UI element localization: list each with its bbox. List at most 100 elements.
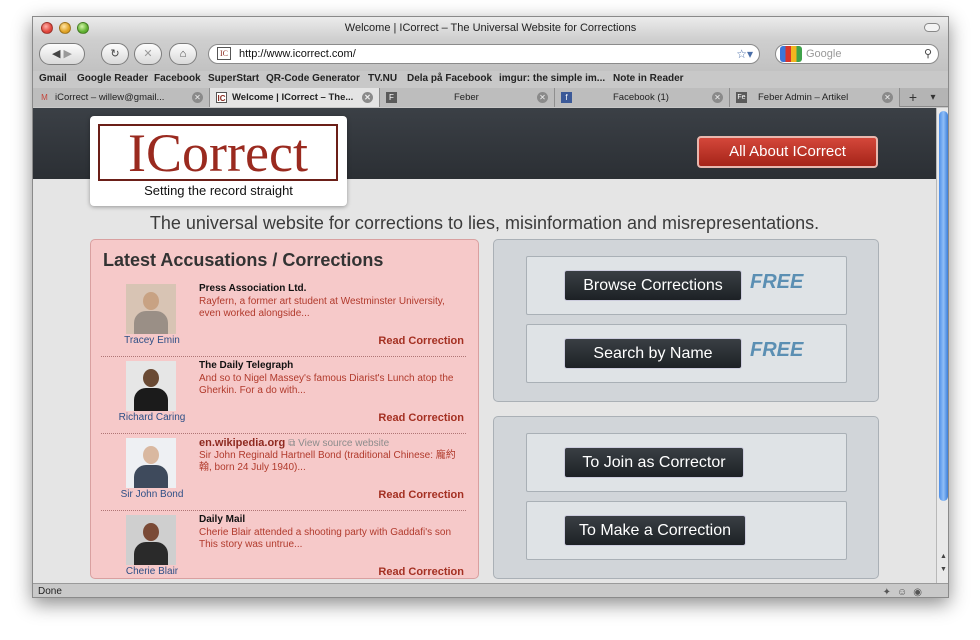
all-about-icorrect-button[interactable]: All About ICorrect — [697, 136, 878, 168]
person-name[interactable]: Tracey Emin — [101, 335, 203, 346]
bookmark-superstart[interactable]: SuperStart — [208, 73, 259, 84]
minimize-window-button[interactable] — [59, 22, 71, 34]
site-logo[interactable]: ICorrect Setting the record straight — [90, 116, 347, 206]
tab-bar: M iCorrect – willew@gmail... ✕ IC Welcom… — [33, 88, 948, 107]
bookmark-dela-pa-facebook[interactable]: Dela på Facebook — [407, 73, 492, 84]
bookmark-imgur[interactable]: imgur: the simple im... — [499, 73, 605, 84]
read-correction-link[interactable]: Read Correction — [378, 335, 464, 347]
read-correction-link[interactable]: Read Correction — [378, 412, 464, 424]
back-forward-group: ◀ ▶ — [39, 43, 85, 65]
feber-admin-icon: Fe — [736, 92, 747, 103]
tab-label: iCorrect – willew@gmail... — [55, 92, 165, 103]
status-bar: Done ✦☺◉ — [33, 583, 948, 597]
close-tab-icon[interactable]: ✕ — [362, 92, 373, 103]
feber-icon: F — [386, 92, 397, 103]
source-name: The Daily Telegraph — [199, 360, 294, 371]
navigation-toolbar: ◀ ▶ ↻ ✕ ⌂ IC http://www.icorrect.com/ ☆▾… — [33, 39, 948, 71]
close-window-button[interactable] — [41, 22, 53, 34]
person-name[interactable]: Sir John Bond — [101, 489, 203, 500]
status-addon-icons[interactable]: ✦☺◉ — [883, 585, 928, 597]
person-photo[interactable] — [126, 438, 176, 488]
accusation-item: Richard Caring The Daily Telegraph And s… — [101, 357, 466, 434]
accusation-snippet: Cherie Blair attended a shooting party w… — [199, 527, 452, 550]
view-source-link[interactable]: ⧉ View source website — [288, 438, 389, 449]
bookmark-tvnu[interactable]: TV.NU — [368, 73, 397, 84]
window-title: Welcome | ICorrect – The Universal Websi… — [344, 22, 637, 34]
source-domain[interactable]: en.wikipedia.org — [199, 437, 285, 449]
scroll-down-arrow-icon[interactable]: ▼ — [939, 566, 948, 576]
latest-accusations-panel: Latest Accusations / Corrections Tracey … — [90, 239, 479, 579]
search-placeholder: Google — [806, 48, 842, 60]
browse-corrections-button[interactable]: Browse Corrections — [564, 270, 742, 301]
search-input[interactable]: Google ⚲ — [775, 44, 939, 64]
home-button[interactable]: ⌂ — [169, 43, 197, 65]
person-name[interactable]: Cherie Blair — [101, 566, 203, 577]
bookmark-star-icon[interactable]: ☆▾ — [736, 45, 753, 63]
source-name: Press Association Ltd. — [199, 283, 307, 294]
bookmark-gmail[interactable]: Gmail — [39, 73, 67, 84]
bookmark-facebook[interactable]: Facebook — [154, 73, 201, 84]
url-text: http://www.icorrect.com/ — [239, 48, 356, 60]
forward-icon[interactable]: ▶ — [64, 48, 72, 60]
page-viewport: ICorrect Setting the record straight All… — [33, 108, 936, 583]
site-tagline: The universal website for corrections to… — [149, 213, 820, 233]
person-photo[interactable] — [126, 284, 176, 334]
icorrect-favicon-icon: IC — [216, 92, 227, 103]
tab-feber[interactable]: F Feber ✕ — [380, 88, 555, 107]
accusations-title: Latest Accusations / Corrections — [103, 250, 384, 270]
person-photo[interactable] — [126, 361, 176, 411]
tab-label: Feber Admin – Artikel — [758, 92, 849, 103]
tab-facebook[interactable]: f Facebook (1) ✕ — [555, 88, 730, 107]
back-icon[interactable]: ◀ — [52, 48, 60, 60]
make-a-correction-button[interactable]: To Make a Correction — [564, 515, 746, 546]
close-tab-icon[interactable]: ✕ — [712, 92, 723, 103]
free-label: FREE — [750, 271, 804, 293]
bookmark-note-in-reader[interactable]: Note in Reader — [613, 73, 684, 84]
corrector-actions-panel: To Join as Corrector To Make a Correctio… — [493, 416, 879, 579]
scroll-up-arrow-icon[interactable]: ▲ — [939, 553, 948, 563]
bookmarks-bar: Gmail Google Reader Facebook SuperStart … — [33, 71, 948, 88]
accusation-item: Sir John Bond en.wikipedia.org ⧉ View so… — [101, 434, 466, 511]
search-engine-icon[interactable] — [780, 46, 802, 62]
stop-button[interactable]: ✕ — [134, 43, 162, 65]
toolbar-toggle-button[interactable] — [924, 23, 940, 32]
home-icon: ⌂ — [179, 48, 187, 60]
close-tab-icon[interactable]: ✕ — [882, 92, 893, 103]
bookmark-google-reader[interactable]: Google Reader — [77, 73, 148, 84]
tab-list-icon[interactable]: ▾ — [924, 88, 942, 107]
gmail-icon: M — [41, 93, 48, 102]
zoom-window-button[interactable] — [77, 22, 89, 34]
source-name[interactable]: en.wikipedia.org ⧉ View source website — [199, 437, 389, 449]
search-icon[interactable]: ⚲ — [924, 45, 932, 63]
search-box: Search by Name FREE — [526, 324, 847, 383]
join-as-corrector-button[interactable]: To Join as Corrector — [564, 447, 744, 478]
person-name[interactable]: Richard Caring — [101, 412, 203, 423]
new-tab-icon[interactable]: + — [904, 88, 922, 107]
stop-icon: ✕ — [143, 48, 153, 60]
url-bar[interactable]: IC http://www.icorrect.com/ ☆▾ — [208, 44, 760, 64]
logo-tagline: Setting the record straight — [144, 183, 293, 198]
browse-box: Browse Corrections FREE — [526, 256, 847, 315]
title-bar: Welcome | ICorrect – The Universal Websi… — [33, 17, 948, 39]
close-tab-icon[interactable]: ✕ — [192, 92, 203, 103]
accusation-snippet: And so to Nigel Massey's famous Diarist'… — [199, 373, 454, 396]
source-name: Daily Mail — [199, 514, 246, 525]
tab-welcome-icorrect[interactable]: IC Welcome | ICorrect – The... ✕ — [210, 88, 380, 107]
read-correction-link[interactable]: Read Correction — [378, 489, 464, 501]
tab-label: Facebook (1) — [613, 92, 669, 103]
scrollbar-thumb[interactable] — [939, 111, 948, 501]
bookmark-qr-code-generator[interactable]: QR-Code Generator — [266, 73, 360, 84]
tab-label: Feber — [454, 92, 479, 103]
close-tab-icon[interactable]: ✕ — [537, 92, 548, 103]
search-by-name-button[interactable]: Search by Name — [564, 338, 742, 369]
accusation-snippet: Rayfern, a former art student at Westmin… — [199, 296, 445, 319]
tab-feber-admin[interactable]: Fe Feber Admin – Artikel ✕ — [730, 88, 900, 107]
person-photo[interactable] — [126, 515, 176, 565]
reload-button[interactable]: ↻ — [101, 43, 129, 65]
tab-icorrect-gmail[interactable]: M iCorrect – willew@gmail... ✕ — [33, 88, 210, 107]
site-favicon-icon: IC — [217, 47, 231, 60]
facebook-icon: f — [561, 92, 572, 103]
read-correction-link[interactable]: Read Correction — [378, 566, 464, 578]
vertical-scrollbar[interactable]: ▲ ▼ — [936, 108, 948, 583]
browser-window: Welcome | ICorrect – The Universal Websi… — [32, 16, 949, 598]
